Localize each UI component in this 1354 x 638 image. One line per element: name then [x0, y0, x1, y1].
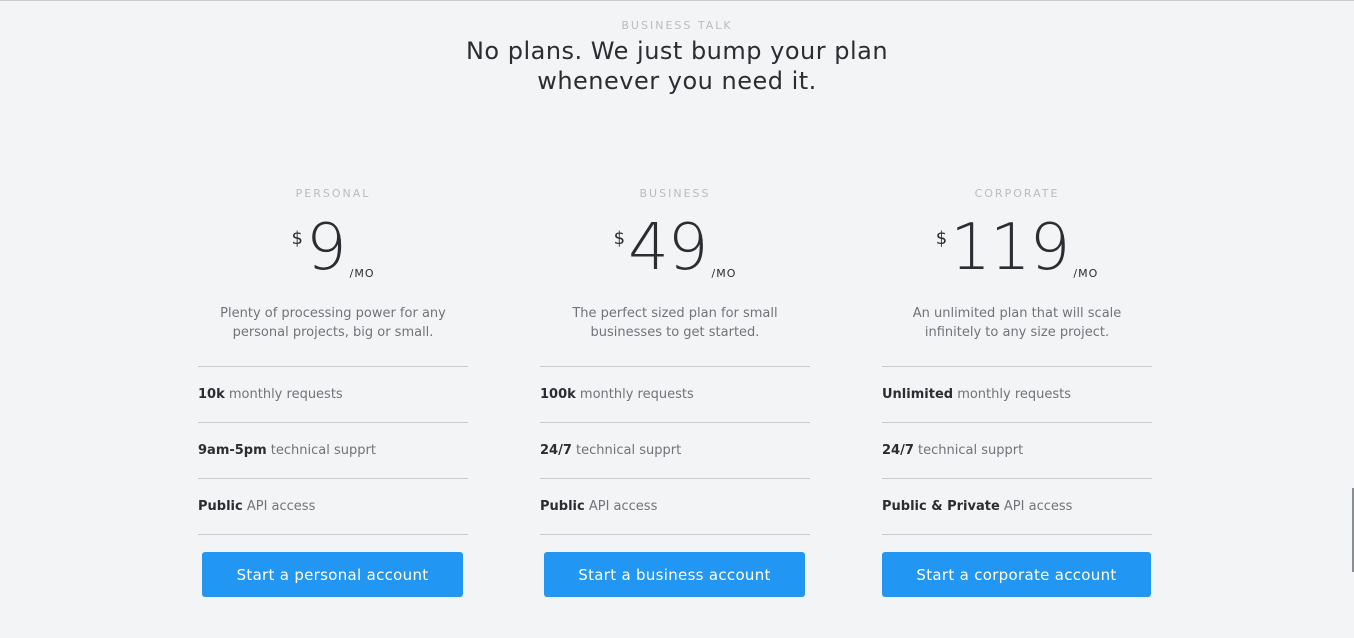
- plan-features: 10k monthly requests 9am-5pm technical s…: [198, 366, 468, 535]
- feature-requests: Unlimited monthly requests: [882, 367, 1152, 423]
- feature-value: 24/7: [540, 443, 572, 458]
- price-amount: 9: [305, 211, 347, 285]
- price-currency: $: [935, 228, 948, 249]
- feature-value: Public & Private: [882, 499, 1000, 514]
- feature-label: technical supprt: [571, 443, 682, 458]
- feature-label: monthly requests: [575, 387, 694, 402]
- price-currency: $: [613, 228, 626, 249]
- feature-label: monthly requests: [224, 387, 343, 402]
- feature-api-access: Public & Private API access: [882, 479, 1152, 535]
- feature-requests: 100k monthly requests: [540, 367, 810, 423]
- headline-line-1: No plans. We just bump your plan: [465, 37, 889, 65]
- price-currency: $: [291, 228, 303, 249]
- start-corporate-account-button[interactable]: Start a corporate account: [882, 552, 1151, 597]
- start-personal-account-button[interactable]: Start a personal account: [202, 552, 463, 597]
- feature-label: technical supprt: [913, 443, 1024, 458]
- plan-price: $ 9 /MO: [198, 212, 468, 284]
- plan-card-personal: PERSONAL $ 9 /MO Plenty of processing po…: [198, 187, 468, 535]
- feature-label: API access: [999, 499, 1073, 514]
- feature-value: 9am-5pm: [198, 443, 267, 458]
- feature-label: monthly requests: [953, 387, 1072, 402]
- section-headline: No plans. We just bump your plan wheneve…: [0, 36, 1354, 96]
- plan-card-corporate: CORPORATE $ 119 /MO An unlimited plan th…: [882, 187, 1152, 535]
- feature-label: technical supprt: [266, 443, 376, 458]
- page-scrollbar[interactable]: [1350, 0, 1354, 638]
- feature-label: API access: [242, 499, 316, 514]
- plan-tier: PERSONAL: [295, 187, 371, 200]
- feature-label: API access: [584, 499, 658, 514]
- feature-requests: 10k monthly requests: [198, 367, 468, 423]
- plan-features: Unlimited monthly requests 24/7 technica…: [882, 366, 1152, 535]
- feature-support: 24/7 technical supprt: [540, 423, 810, 479]
- plan-tier: BUSINESS: [639, 187, 711, 200]
- feature-support: 24/7 technical supprt: [882, 423, 1152, 479]
- pricing-header: BUSINESS TALK No plans. We just bump you…: [0, 19, 1354, 96]
- feature-value: 10k: [198, 387, 225, 402]
- start-business-account-button[interactable]: Start a business account: [544, 552, 805, 597]
- price-period: /MO: [1073, 267, 1099, 280]
- feature-value: Public: [198, 499, 243, 514]
- feature-value: Unlimited: [882, 387, 954, 402]
- plan-tier: CORPORATE: [974, 187, 1060, 200]
- feature-support: 9am-5pm technical supprt: [198, 423, 468, 479]
- plan-features: 100k monthly requests 24/7 technical sup…: [540, 366, 810, 535]
- section-eyebrow: BUSINESS TALK: [621, 19, 733, 32]
- feature-value: 24/7: [882, 443, 914, 458]
- plan-card-business: BUSINESS $ 49 /MO The perfect sized plan…: [540, 187, 810, 535]
- headline-line-2: whenever you need it.: [537, 67, 817, 95]
- price-period: /MO: [349, 267, 375, 280]
- plan-description: An unlimited plan that will scale infini…: [912, 306, 1122, 340]
- plan-description: Plenty of processing power for any perso…: [220, 306, 446, 340]
- top-divider: [0, 0, 1354, 1]
- plan-price: $ 119 /MO: [882, 212, 1152, 284]
- price-amount: 119: [950, 211, 1070, 285]
- price-amount: 49: [628, 211, 708, 285]
- plan-description: The perfect sized plan for small busines…: [572, 306, 778, 340]
- feature-api-access: Public API access: [198, 479, 468, 535]
- feature-value: 100k: [540, 387, 576, 402]
- feature-api-access: Public API access: [540, 479, 810, 535]
- plan-price: $ 49 /MO: [540, 212, 810, 284]
- price-period: /MO: [711, 267, 737, 280]
- feature-value: Public: [540, 499, 585, 514]
